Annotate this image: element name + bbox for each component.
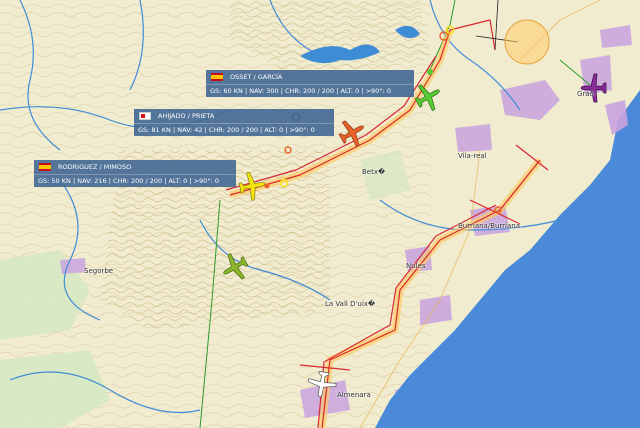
place-label: Vila-real <box>458 152 487 160</box>
spain-flag-icon <box>211 73 223 81</box>
place-label: La Vall D'uix� <box>325 300 376 308</box>
place-label: Betx� <box>362 168 386 176</box>
pilot-info-box[interactable]: OSSET / GARCÍA GS: 60 KN | NAV: 300 | CH… <box>206 70 414 97</box>
pilot-info-box[interactable]: RODRIGUEZ / MIMOSO GS: 50 KN | NAV: 216 … <box>34 160 236 187</box>
poland-flag-icon <box>139 112 151 120</box>
map-canvas <box>0 0 640 428</box>
place-label: Burriana/Burriana <box>458 222 521 230</box>
pilot-crew: AHIJADO / PRIETA <box>158 112 215 120</box>
map-view[interactable]: Grao Vila-real Betx� Burriana/Burriana N… <box>0 0 640 428</box>
place-label: Nules <box>406 262 426 270</box>
place-label: Grao <box>577 90 594 98</box>
pilot-crew: RODRIGUEZ / MIMOSO <box>58 163 132 171</box>
pilot-info-box[interactable]: AHIJADO / PRIETA GS: 81 KN | NAV: 42 | C… <box>134 109 334 136</box>
pilot-stats: GS: 81 KN | NAV: 42 | CHR: 200 / 200 | A… <box>138 126 315 134</box>
place-label: Segorbe <box>84 267 114 275</box>
spain-flag-icon <box>39 163 51 171</box>
pilot-stats: GS: 60 KN | NAV: 300 | CHR: 200 / 200 | … <box>210 87 391 95</box>
turnpoint-circle <box>504 19 550 65</box>
place-label: Almenara <box>337 391 371 399</box>
pilot-crew: OSSET / GARCÍA <box>230 73 283 81</box>
pilot-stats: GS: 50 KN | NAV: 216 | CHR: 200 / 200 | … <box>38 177 219 185</box>
